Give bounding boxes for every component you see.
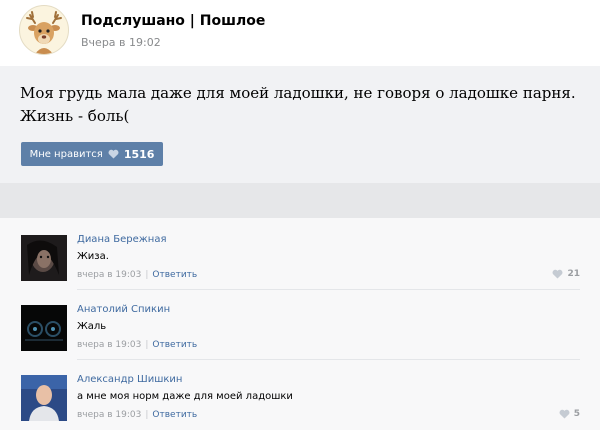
like-count: 1516 [123, 147, 155, 161]
comment-item: Диана Бережная Жиза. вчера в 19:03 | Ответ… [0, 218, 600, 290]
group-avatar[interactable] [19, 5, 69, 55]
avatar[interactable] [21, 235, 67, 281]
comment-author[interactable]: Анатолий Спикин [77, 304, 170, 315]
comment-text: Жиза. [77, 251, 109, 262]
like-label: Мне нравится [29, 148, 103, 160]
avatar[interactable] [21, 375, 67, 421]
reply-link[interactable]: Ответить [152, 270, 197, 280]
heart-icon [559, 409, 570, 419]
comment-time[interactable]: вчера в 19:03 [77, 410, 141, 420]
comment-time[interactable]: вчера в 19:03 [77, 340, 141, 350]
post-date[interactable]: Вчера в 19:02 [81, 36, 161, 49]
comment-like-count: 5 [573, 409, 580, 419]
comment-time[interactable]: вчера в 19:03 [77, 270, 141, 280]
reply-link[interactable]: Ответить [152, 410, 197, 420]
comment-item: Александр Шишкин а мне моя норм даже для… [0, 358, 600, 430]
meta-separator: | [145, 340, 149, 350]
like-button[interactable]: Мне нравится 1516 [21, 142, 163, 166]
comment-author[interactable]: Александр Шишкин [77, 374, 182, 385]
group-name[interactable]: Подслушано | Пошлое [81, 13, 265, 29]
meta-separator: | [145, 270, 149, 280]
user-photo [21, 375, 67, 421]
heart-icon [553, 269, 563, 279]
comment-like-count: 21 [567, 269, 580, 279]
comment-meta: вчера в 19:03 | Ответить [77, 340, 197, 350]
comment-like-button[interactable]: 21 [552, 269, 580, 279]
comment-meta: вчера в 19:03 | Ответить [77, 270, 197, 280]
comment-text: Жаль [77, 321, 107, 332]
comment-author[interactable]: Диана Бережная [77, 234, 167, 245]
heart-icon [108, 149, 119, 159]
comment-text: а мне моя норм даже для моей ладошки [77, 391, 293, 402]
user-photo [21, 305, 67, 351]
comment-meta: вчера в 19:03 | Ответить [77, 410, 197, 420]
user-photo [21, 235, 67, 281]
avatar[interactable] [21, 305, 67, 351]
section-divider [0, 183, 600, 218]
meta-separator: | [145, 410, 149, 420]
post-body: Моя грудь мала даже для моей ладошки, не… [0, 66, 600, 183]
post-text: Моя грудь мала даже для моей ладошки, не… [20, 84, 576, 125]
deer-avatar-icon [26, 11, 62, 54]
reply-link[interactable]: Ответить [152, 340, 197, 350]
comments-list: Диана Бережная Жиза. вчера в 19:03 | Ответ… [0, 218, 600, 430]
comment-item: Анатолий Спикин Жаль вчера в 19:03 | Ответ… [0, 288, 600, 360]
comment-like-button[interactable]: 5 [559, 409, 580, 419]
post-header: Подслушано | Пошлое Вчера в 19:02 [0, 0, 600, 66]
